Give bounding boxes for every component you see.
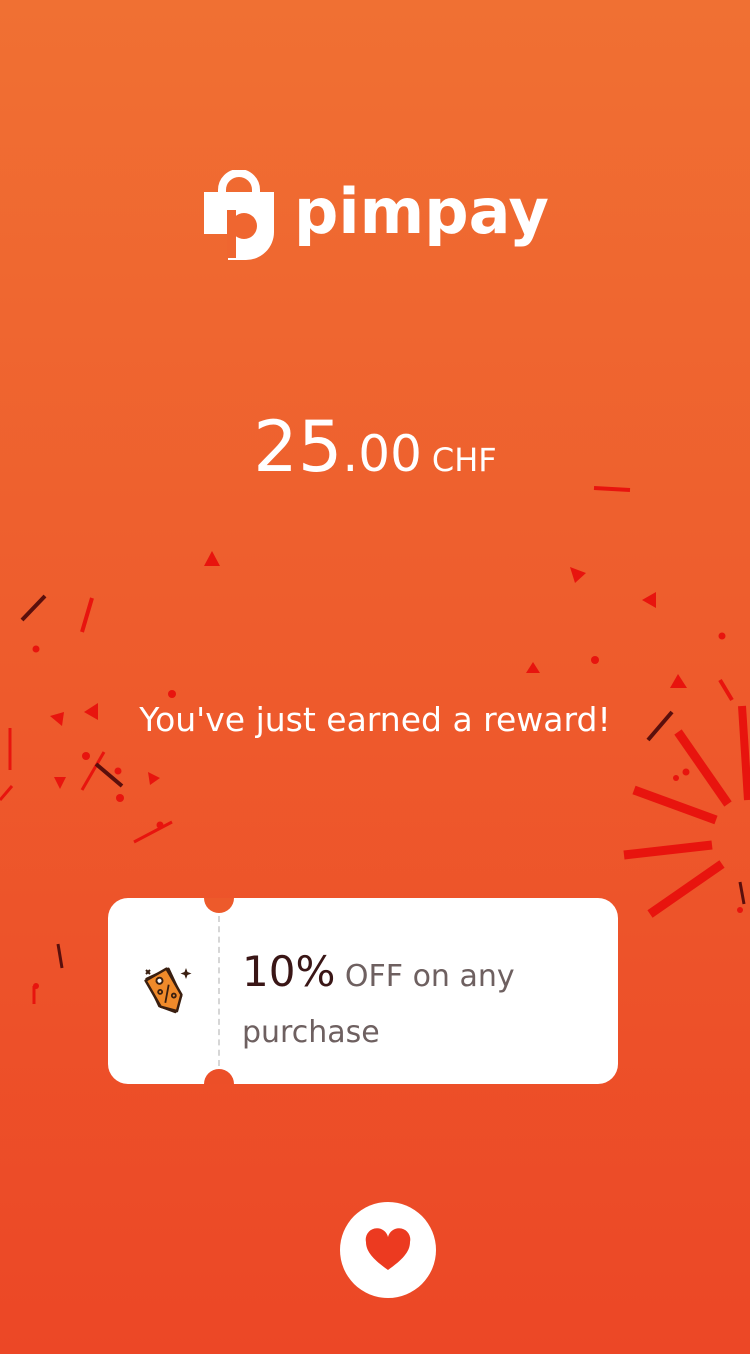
coupon-icon-wrap	[136, 962, 196, 1022]
coupon-notch-bottom	[204, 1069, 234, 1084]
coupon-notch-top	[204, 898, 234, 913]
coupon-card[interactable]: 10% OFF on any purchase	[108, 898, 618, 1084]
discount-tag-icon	[144, 967, 192, 1014]
coupon-divider	[218, 916, 220, 1066]
favorite-button[interactable]	[340, 1202, 436, 1298]
confetti-decoration	[0, 486, 750, 1004]
coupon-text: 10% OFF on any purchase	[242, 944, 578, 1061]
coupon-percent: 10%	[242, 947, 336, 996]
reward-headline: You've just earned a reward!	[139, 700, 611, 739]
heart-icon	[365, 1228, 411, 1270]
